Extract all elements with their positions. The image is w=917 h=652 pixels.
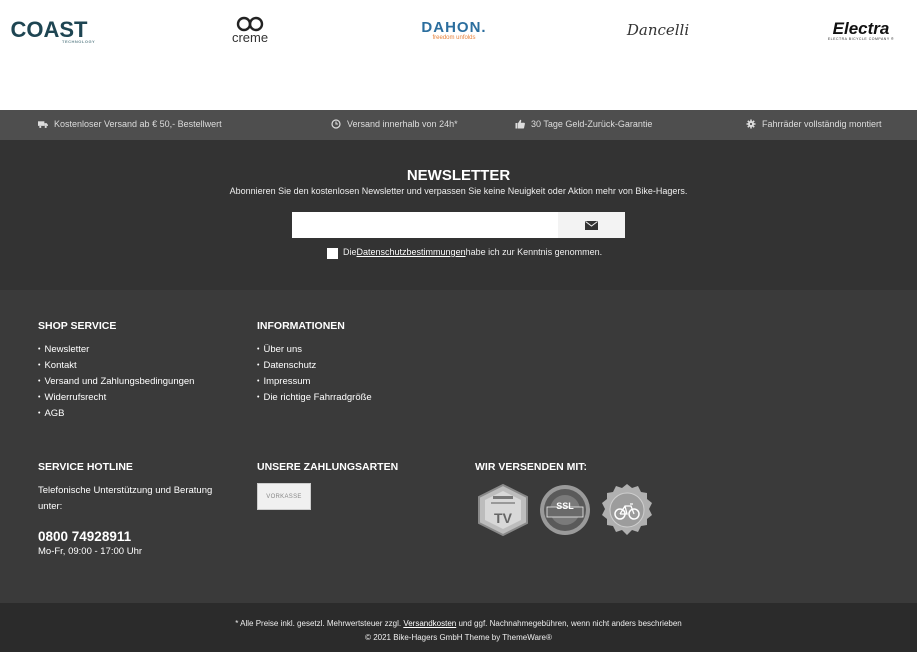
brand-strip: COAST TECHNOLOGY creme DAHON. freedom un…	[0, 0, 917, 110]
disclaimer-text-after: und ggf. Nachnahmegebühren, wenn nicht a…	[456, 619, 682, 628]
envelope-icon	[585, 220, 598, 230]
footer-link-kontakt[interactable]: Kontakt	[38, 358, 194, 374]
seal-tv-text: TV	[494, 510, 513, 526]
shipping-title: WIR VERSENDEN MIT:	[475, 461, 588, 473]
newsletter-submit-button[interactable]	[558, 212, 625, 238]
copyright: © 2021 Bike-Hagers GmbH Theme by ThemeWa…	[365, 633, 552, 642]
footer-link-fahrradgroesse[interactable]: Die richtige Fahrradgröße	[257, 390, 371, 406]
usp-text: Versand innerhalb von 24h*	[347, 119, 458, 129]
usp-bar: Kostenloser Versand ab € 50,- Bestellwer…	[0, 110, 917, 140]
brand-subline: freedom unfolds	[432, 35, 476, 41]
newsletter-subtitle: Abonnieren Sie den kostenlosen Newslette…	[229, 186, 688, 196]
hotline-phone[interactable]: 0800 74928911	[38, 529, 223, 544]
ssl-seal-icon: SSL	[540, 485, 590, 535]
brand-subline: TECHNOLOGY	[62, 39, 96, 44]
brand-logo-dahon[interactable]: DAHON. freedom unfolds	[408, 10, 500, 50]
consent-text-after: habe ich zur Kenntnis genommen.	[465, 247, 603, 257]
brand-logo-dancelli[interactable]: Dancelli	[612, 10, 704, 50]
newsletter-title: NEWSLETTER	[406, 167, 511, 184]
usp-free-shipping: Kostenloser Versand ab € 50,- Bestellwer…	[38, 119, 222, 129]
hotline-text: Telefonische Unterstützung und Beratung …	[38, 485, 213, 512]
footer-link-newsletter[interactable]: Newsletter	[38, 342, 194, 358]
usp-text: Kostenloser Versand ab € 50,- Bestellwer…	[54, 119, 222, 129]
consent-text-before: Die	[343, 247, 357, 257]
shipping-column: WIR VERSENDEN MIT: TV SSL	[475, 461, 655, 537]
hotline-column: SERVICE HOTLINE Telefonische Unterstützu…	[38, 461, 223, 557]
informationen-column: INFORMATIONEN Über uns Datenschutz Impre…	[257, 320, 372, 406]
brand-name: creme	[231, 29, 269, 45]
bike-seal-icon	[602, 484, 652, 535]
brand-logo-electra[interactable]: Electra ELECTRA BICYCLE COMPANY ®	[818, 10, 904, 50]
brand-logo-coast[interactable]: COAST TECHNOLOGY	[6, 10, 96, 50]
shipping-costs-link[interactable]: Versandkosten	[403, 619, 456, 628]
footer-link-impressum[interactable]: Impressum	[257, 374, 372, 390]
privacy-policy-link[interactable]: Datenschutzbestimmungen	[357, 247, 466, 257]
trust-seals: TV SSL	[475, 483, 655, 537]
brand-name: Electra	[832, 19, 890, 38]
footer-link-agb[interactable]: AGB	[38, 406, 194, 422]
footer-link-widerrufsrecht[interactable]: Widerrufsrecht	[38, 390, 194, 406]
payment-title: UNSERE ZAHLUNGSARTEN	[257, 461, 399, 473]
footer-link-versand[interactable]: Versand und Zahlungsbedingungen	[38, 374, 194, 390]
brand-name: DAHON.	[421, 19, 487, 36]
newsletter-form	[292, 212, 625, 238]
shop-service-title: SHOP SERVICE	[38, 320, 117, 332]
shop-service-column: SHOP SERVICE Newsletter Kontakt Versand …	[38, 320, 194, 422]
usp-text: 30 Tage Geld-Zurück-Garantie	[531, 119, 653, 129]
hotline-title: SERVICE HOTLINE	[38, 461, 133, 473]
disclaimer-text-before: * Alle Preise inkl. gesetzl. Mehrwertste…	[235, 619, 404, 628]
footer-bottom-bar: * Alle Preise inkl. gesetzl. Mehrwertste…	[0, 603, 917, 652]
newsletter-section: NEWSLETTER Abonnieren Sie den kostenlose…	[0, 140, 917, 290]
payment-column: UNSERE ZAHLUNGSARTEN VORKASSE	[257, 461, 398, 510]
brand-name: Dancelli	[626, 21, 690, 39]
informationen-title: INFORMATIONEN	[257, 320, 345, 332]
brand-subline: ELECTRA BICYCLE COMPANY ®	[827, 37, 895, 41]
newsletter-email-input[interactable]	[292, 212, 558, 238]
usp-text: Fahrräder vollständig montiert	[762, 119, 882, 129]
clock-icon	[331, 119, 341, 129]
footer-main: SHOP SERVICE Newsletter Kontakt Versand …	[0, 290, 917, 603]
brand-logo-creme[interactable]: creme	[220, 10, 280, 50]
footer-link-datenschutz[interactable]: Datenschutz	[257, 358, 372, 374]
price-disclaimer: * Alle Preise inkl. gesetzl. Mehrwertste…	[0, 617, 917, 631]
gear-icon	[746, 119, 756, 129]
payment-vorkasse-badge: VORKASSE	[257, 483, 311, 510]
hotline-hours: Mo-Fr, 09:00 - 17:00 Uhr	[38, 546, 143, 557]
thumbs-up-icon	[515, 119, 525, 129]
usp-money-back: 30 Tage Geld-Zurück-Garantie	[515, 119, 652, 129]
usp-shipping-time: Versand innerhalb von 24h*	[331, 119, 458, 129]
truck-icon	[38, 119, 48, 129]
usp-assembled: Fahrräder vollständig montiert	[746, 119, 882, 129]
tv-seal-icon: TV	[478, 483, 528, 537]
newsletter-consent: Die Datenschutzbestimmungen habe ich zur…	[327, 245, 602, 259]
seal-ssl-text: SSL	[556, 501, 574, 511]
footer-link-ueber-uns[interactable]: Über uns	[257, 342, 372, 358]
consent-checkbox[interactable]	[327, 248, 338, 259]
